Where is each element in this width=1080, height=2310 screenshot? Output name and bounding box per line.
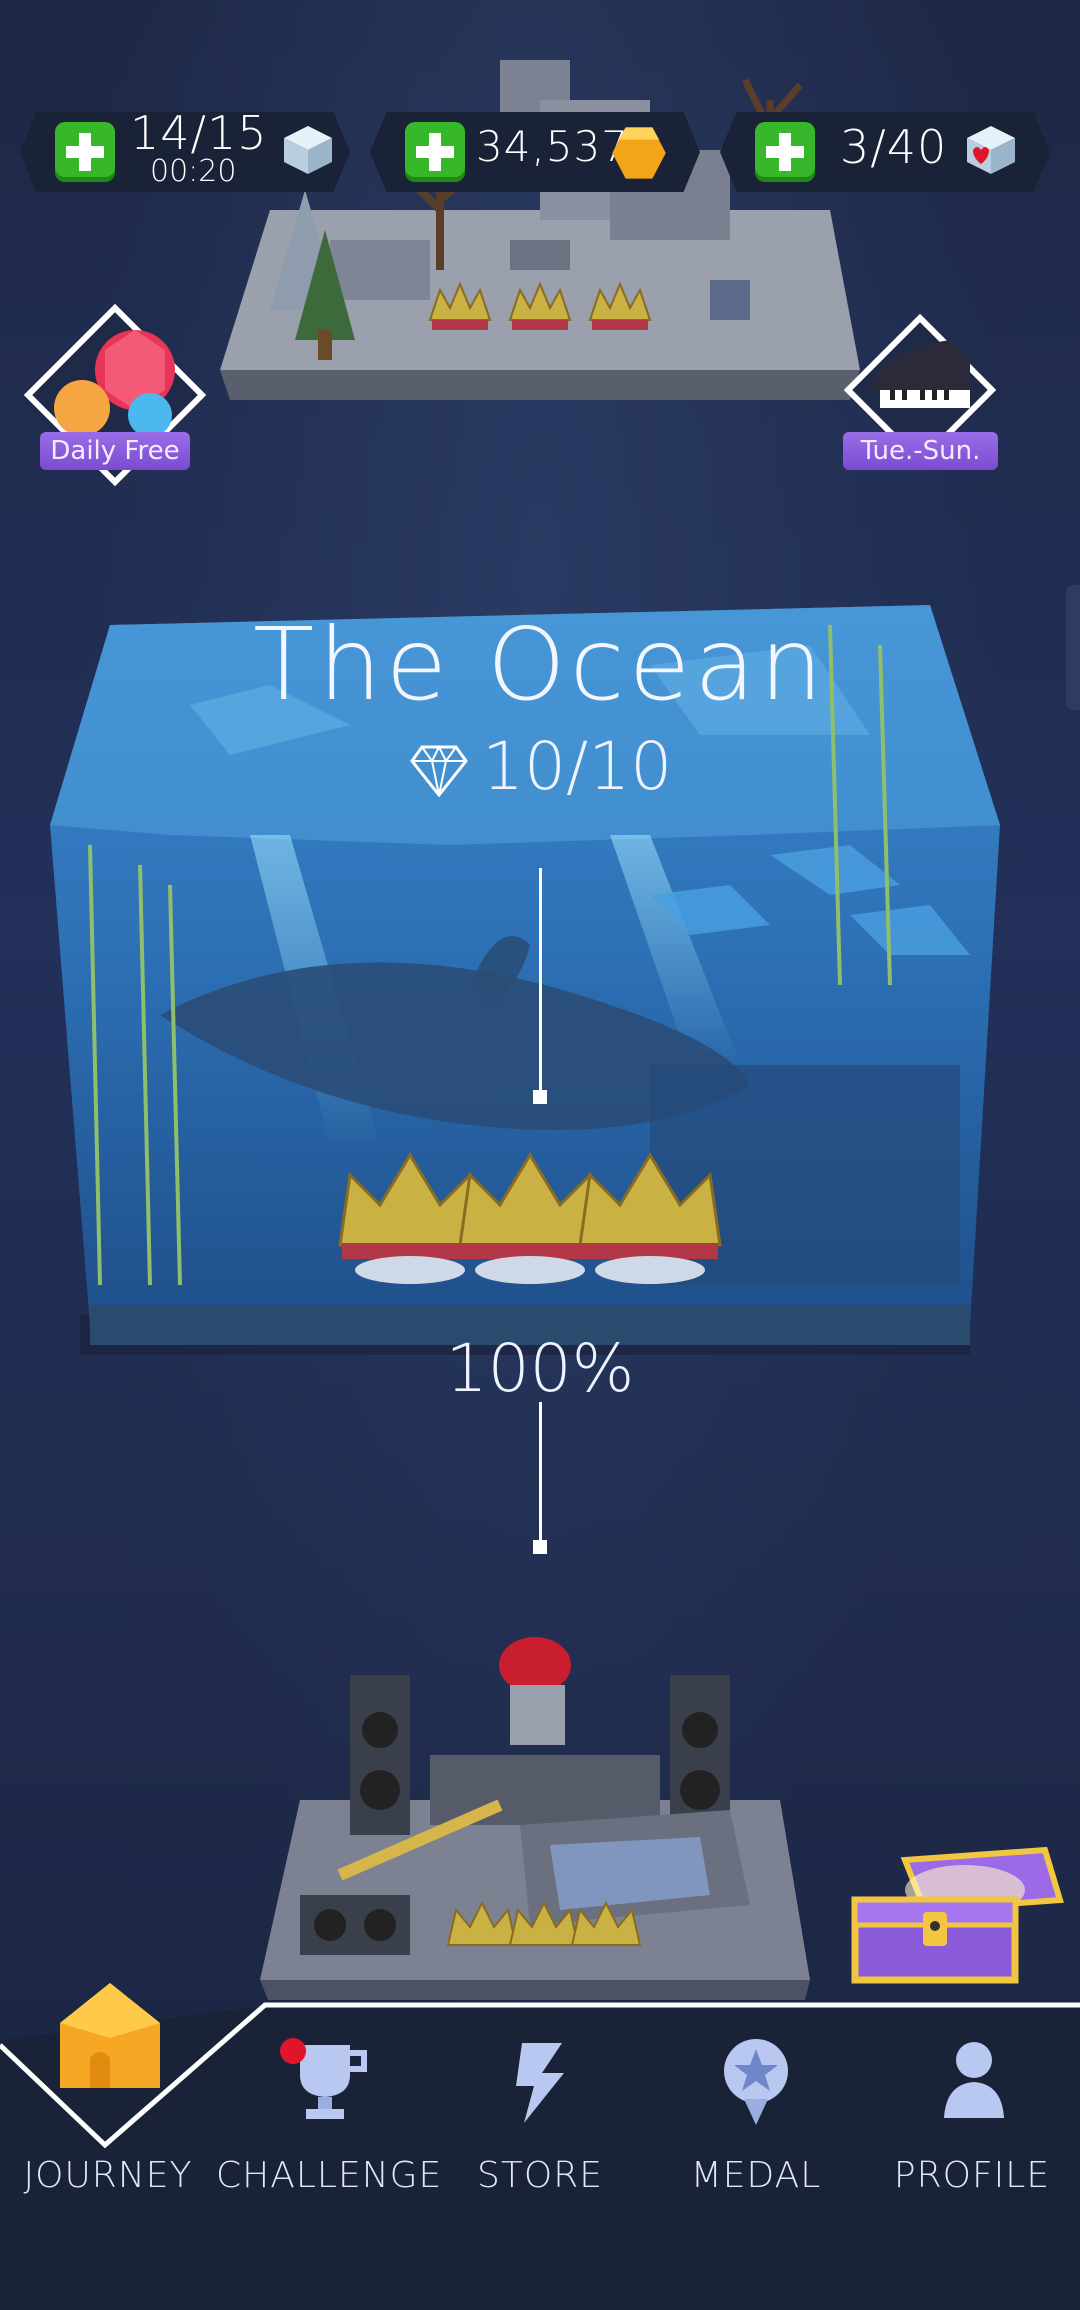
nav-store-label: STORE: [477, 2155, 603, 2196]
gems-count: 10/10: [482, 728, 673, 805]
schedule-label[interactable]: Tue.-Sun.: [843, 432, 998, 470]
nav-journey[interactable]: JOURNEY: [0, 1983, 216, 2310]
heart-cube-icon: [967, 126, 1015, 174]
coins-resource[interactable]: 34,537: [370, 112, 700, 192]
energy-timer: 00:20: [150, 154, 237, 189]
nav-store[interactable]: STORE: [432, 2000, 648, 2310]
hearts-resource[interactable]: 3/40: [720, 112, 1050, 192]
path-node-top: [533, 1090, 547, 1104]
add-coins-button[interactable]: [405, 122, 465, 182]
nav-challenge-label: CHALLENGE: [216, 2155, 443, 2196]
energy-value: 14/15: [130, 106, 268, 160]
nav-challenge[interactable]: CHALLENGE: [216, 2000, 443, 2310]
medal-icon: [724, 2039, 788, 2125]
winter-town-diorama[interactable]: [210, 40, 870, 420]
bottom-nav: JOURNEY CHALLENGE STORE MEDAL PROFILE: [0, 1983, 1080, 2310]
path-line-bottom: [539, 1402, 542, 1544]
level-title: The Ocean: [253, 606, 827, 723]
add-energy-button[interactable]: [55, 122, 115, 182]
profile-icon: [944, 2042, 1004, 2118]
treasure-chest-icon[interactable]: [845, 1840, 1065, 1990]
nav-medal[interactable]: MEDAL: [648, 2000, 864, 2310]
add-hearts-button[interactable]: [755, 122, 815, 182]
coins-value: 34,537: [476, 122, 629, 171]
path-line-top: [539, 868, 542, 1096]
challenge-badge: [280, 2038, 306, 2064]
nav-journey-label: JOURNEY: [23, 2155, 193, 2196]
ice-cube-icon: [284, 126, 332, 174]
hearts-value: 3/40: [840, 120, 948, 174]
house-icon: [60, 1983, 160, 2088]
diamond-icon: [410, 744, 468, 798]
store-icon: [516, 2043, 564, 2123]
scroll-handle[interactable]: [1066, 585, 1080, 710]
level-progress: 100%: [445, 1330, 635, 1407]
daily-free-label[interactable]: Daily Free: [40, 432, 190, 470]
nav-medal-label: MEDAL: [690, 2155, 822, 2196]
energy-resource[interactable]: 14/15 00:20: [20, 106, 350, 192]
dj-level-diorama[interactable]: [260, 1625, 820, 2005]
nav-profile-label: PROFILE: [893, 2155, 1051, 2196]
nav-profile[interactable]: PROFILE: [864, 2000, 1080, 2310]
gold-coin-icon: [612, 127, 666, 179]
level-gems: 10/10: [410, 728, 672, 805]
path-node-bottom: [533, 1540, 547, 1554]
